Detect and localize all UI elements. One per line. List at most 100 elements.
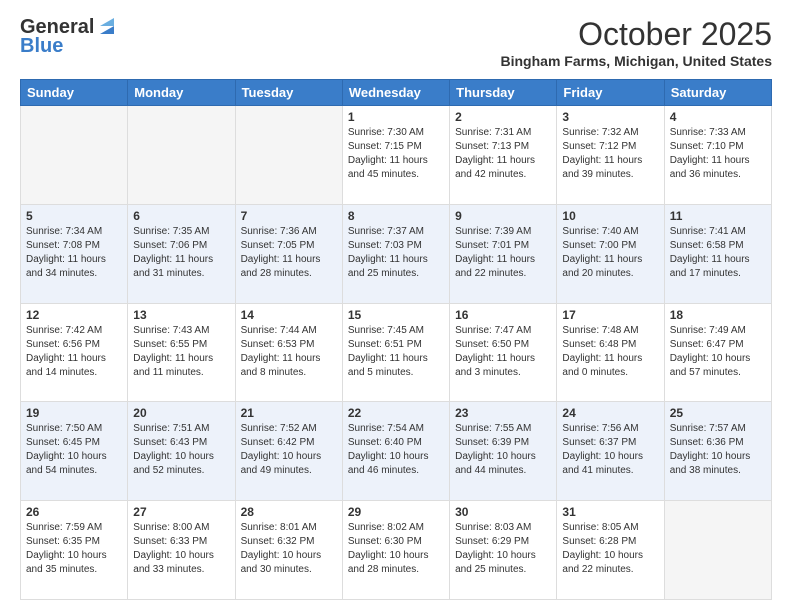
col-tuesday: Tuesday: [235, 80, 342, 106]
table-row: 30 Sunrise: 8:03 AM Sunset: 6:29 PM Dayli…: [450, 501, 557, 600]
calendar-week-row: 5Sunrise: 7:34 AM Sunset: 7:08 PM Daylig…: [21, 204, 772, 303]
table-row: 5Sunrise: 7:34 AM Sunset: 7:08 PM Daylig…: [21, 204, 128, 303]
day-number: 27: [133, 505, 229, 519]
table-row: 18 Sunrise: 7:49 AM Sunset: 6:47 PM Dayli…: [664, 303, 771, 402]
day-info: Sunrise: 7:39 AM Sunset: 7:01 PM Dayligh…: [455, 225, 551, 281]
day-info: Sunrise: 7:31 AM Sunset: 7:13 PM Dayligh…: [455, 126, 551, 182]
day-info: Sunrise: 7:55 AM Sunset: 6:39 PM Dayligh…: [455, 422, 551, 478]
day-number: 7: [241, 209, 337, 223]
day-number: 24: [562, 406, 658, 420]
day-number: 12: [26, 308, 122, 322]
day-number: 11: [670, 209, 766, 223]
table-row: 7 Sunrise: 7:36 AM Sunset: 7:05 PM Daylig…: [235, 204, 342, 303]
logo-icon: [96, 16, 118, 38]
day-info: Sunrise: 7:34 AM Sunset: 7:08 PM Dayligh…: [26, 225, 122, 281]
day-number: 4: [670, 110, 766, 124]
day-number: 21: [241, 406, 337, 420]
table-row: 24Sunrise: 7:56 AM Sunset: 6:37 PM Dayli…: [557, 402, 664, 501]
calendar-week-row: 19 Sunrise: 7:50 AM Sunset: 6:45 PM Dayli…: [21, 402, 772, 501]
col-wednesday: Wednesday: [342, 80, 449, 106]
day-info: Sunrise: 7:48 AM Sunset: 6:48 PM Dayligh…: [562, 324, 658, 380]
table-row: 4 Sunrise: 7:33 AM Sunset: 7:10 PM Daylig…: [664, 106, 771, 205]
header-row: Sunday Monday Tuesday Wednesday Thursday…: [21, 80, 772, 106]
col-saturday: Saturday: [664, 80, 771, 106]
calendar: Sunday Monday Tuesday Wednesday Thursday…: [20, 79, 772, 600]
day-number: 14: [241, 308, 337, 322]
day-number: 13: [133, 308, 229, 322]
logo-text: General Blue: [20, 16, 118, 58]
day-number: 19: [26, 406, 122, 420]
calendar-week-row: 12 Sunrise: 7:42 AM Sunset: 6:56 PM Dayli…: [21, 303, 772, 402]
table-row: 3 Sunrise: 7:32 AM Sunset: 7:12 PM Daylig…: [557, 106, 664, 205]
table-row: 9 Sunrise: 7:39 AM Sunset: 7:01 PM Daylig…: [450, 204, 557, 303]
day-number: 18: [670, 308, 766, 322]
day-info: Sunrise: 7:51 AM Sunset: 6:43 PM Dayligh…: [133, 422, 229, 478]
day-info: Sunrise: 7:43 AM Sunset: 6:55 PM Dayligh…: [133, 324, 229, 380]
day-info: Sunrise: 7:36 AM Sunset: 7:05 PM Dayligh…: [241, 225, 337, 281]
table-row: 23 Sunrise: 7:55 AM Sunset: 6:39 PM Dayli…: [450, 402, 557, 501]
table-row: 19 Sunrise: 7:50 AM Sunset: 6:45 PM Dayli…: [21, 402, 128, 501]
day-number: 6: [133, 209, 229, 223]
col-monday: Monday: [128, 80, 235, 106]
table-row: 13 Sunrise: 7:43 AM Sunset: 6:55 PM Dayli…: [128, 303, 235, 402]
day-number: 17: [562, 308, 658, 322]
day-info: Sunrise: 7:41 AM Sunset: 6:58 PM Dayligh…: [670, 225, 766, 281]
day-number: 9: [455, 209, 551, 223]
logo: General Blue: [20, 16, 118, 58]
table-row: [235, 106, 342, 205]
day-info: Sunrise: 7:50 AM Sunset: 6:45 PM Dayligh…: [26, 422, 122, 478]
table-row: 11 Sunrise: 7:41 AM Sunset: 6:58 PM Dayli…: [664, 204, 771, 303]
day-info: Sunrise: 7:47 AM Sunset: 6:50 PM Dayligh…: [455, 324, 551, 380]
table-row: 20 Sunrise: 7:51 AM Sunset: 6:43 PM Dayli…: [128, 402, 235, 501]
day-info: Sunrise: 7:44 AM Sunset: 6:53 PM Dayligh…: [241, 324, 337, 380]
day-number: 22: [348, 406, 444, 420]
day-info: Sunrise: 7:32 AM Sunset: 7:12 PM Dayligh…: [562, 126, 658, 182]
table-row: 12 Sunrise: 7:42 AM Sunset: 6:56 PM Dayli…: [21, 303, 128, 402]
day-number: 23: [455, 406, 551, 420]
table-row: 28 Sunrise: 8:01 AM Sunset: 6:32 PM Dayli…: [235, 501, 342, 600]
table-row: 26Sunrise: 7:59 AM Sunset: 6:35 PM Dayli…: [21, 501, 128, 600]
day-number: 3: [562, 110, 658, 124]
table-row: [128, 106, 235, 205]
day-info: Sunrise: 7:42 AM Sunset: 6:56 PM Dayligh…: [26, 324, 122, 380]
day-number: 28: [241, 505, 337, 519]
month-title: October 2025: [501, 16, 773, 53]
table-row: 8 Sunrise: 7:37 AM Sunset: 7:03 PM Daylig…: [342, 204, 449, 303]
day-number: 15: [348, 308, 444, 322]
day-info: Sunrise: 7:33 AM Sunset: 7:10 PM Dayligh…: [670, 126, 766, 182]
title-block: October 2025 Bingham Farms, Michigan, Un…: [501, 16, 773, 69]
header: General Blue October 2025 Bingham Farms,…: [20, 16, 772, 69]
day-number: 10: [562, 209, 658, 223]
day-number: 1: [348, 110, 444, 124]
col-sunday: Sunday: [21, 80, 128, 106]
day-number: 20: [133, 406, 229, 420]
day-number: 8: [348, 209, 444, 223]
table-row: 10 Sunrise: 7:40 AM Sunset: 7:00 PM Dayli…: [557, 204, 664, 303]
day-info: Sunrise: 8:02 AM Sunset: 6:30 PM Dayligh…: [348, 521, 444, 577]
logo-blue: Blue: [20, 35, 63, 58]
page: General Blue October 2025 Bingham Farms,…: [0, 0, 792, 612]
day-number: 25: [670, 406, 766, 420]
day-number: 2: [455, 110, 551, 124]
day-info: Sunrise: 7:49 AM Sunset: 6:47 PM Dayligh…: [670, 324, 766, 380]
col-friday: Friday: [557, 80, 664, 106]
table-row: 14 Sunrise: 7:44 AM Sunset: 6:53 PM Dayli…: [235, 303, 342, 402]
table-row: 29Sunrise: 8:02 AM Sunset: 6:30 PM Dayli…: [342, 501, 449, 600]
table-row: 31Sunrise: 8:05 AM Sunset: 6:28 PM Dayli…: [557, 501, 664, 600]
day-info: Sunrise: 7:30 AM Sunset: 7:15 PM Dayligh…: [348, 126, 444, 182]
day-info: Sunrise: 7:57 AM Sunset: 6:36 PM Dayligh…: [670, 422, 766, 478]
table-row: [21, 106, 128, 205]
calendar-week-row: 1 Sunrise: 7:30 AM Sunset: 7:15 PM Daylig…: [21, 106, 772, 205]
day-info: Sunrise: 8:00 AM Sunset: 6:33 PM Dayligh…: [133, 521, 229, 577]
day-number: 30: [455, 505, 551, 519]
day-number: 16: [455, 308, 551, 322]
table-row: [664, 501, 771, 600]
table-row: 2 Sunrise: 7:31 AM Sunset: 7:13 PM Daylig…: [450, 106, 557, 205]
day-info: Sunrise: 8:03 AM Sunset: 6:29 PM Dayligh…: [455, 521, 551, 577]
col-thursday: Thursday: [450, 80, 557, 106]
day-info: Sunrise: 8:01 AM Sunset: 6:32 PM Dayligh…: [241, 521, 337, 577]
day-number: 26: [26, 505, 122, 519]
day-info: Sunrise: 7:40 AM Sunset: 7:00 PM Dayligh…: [562, 225, 658, 281]
location: Bingham Farms, Michigan, United States: [501, 53, 773, 69]
day-info: Sunrise: 7:37 AM Sunset: 7:03 PM Dayligh…: [348, 225, 444, 281]
